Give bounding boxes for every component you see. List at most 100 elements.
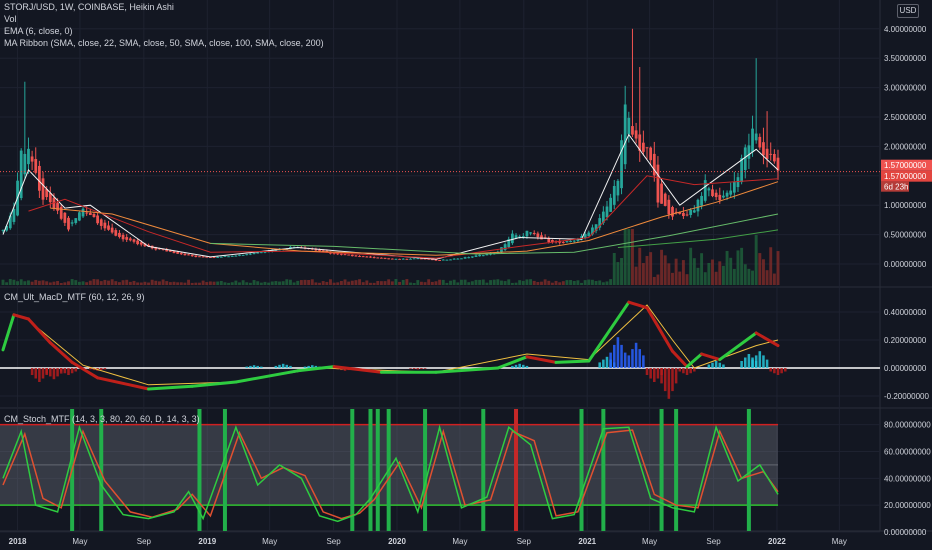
- volume-bar: [336, 282, 340, 285]
- macd-histogram-bar: [56, 368, 59, 377]
- candle-body: [405, 258, 409, 260]
- volume-bar: [569, 280, 573, 285]
- candle-body: [230, 255, 234, 257]
- candle-body: [521, 236, 525, 238]
- candle-body: [751, 128, 754, 153]
- candle-body: [38, 165, 41, 191]
- macd-histogram-bar: [649, 368, 652, 379]
- candle-body: [132, 239, 136, 242]
- candle-body: [445, 259, 449, 261]
- currency-button[interactable]: USD: [897, 4, 919, 18]
- volume-bar: [634, 266, 638, 285]
- candle-body: [390, 258, 394, 260]
- stoch-legend[interactable]: CM_Stoch_MTF (14, 3, 3, 80, 20, 60, D, 1…: [4, 414, 200, 425]
- ema-legend[interactable]: EMA (6, close, 0): [4, 26, 73, 37]
- candle-body: [722, 195, 725, 198]
- volume-bar: [318, 282, 322, 285]
- candle-body: [107, 225, 110, 230]
- macd-histogram-bar: [776, 368, 780, 375]
- candle-body: [78, 212, 81, 221]
- macd-histogram-bar: [627, 355, 631, 368]
- macd-histogram-bar: [103, 368, 107, 370]
- volume-bar: [161, 279, 165, 285]
- volume-bar: [769, 247, 773, 285]
- last-price-value: 1.57000000: [884, 161, 927, 170]
- macd-tick-label: 0.40000000: [884, 308, 927, 317]
- macd-histogram-bar: [671, 368, 674, 392]
- volume-bar: [587, 279, 591, 285]
- macd-legend[interactable]: CM_Ult_MacD_MTF (60, 12, 26, 9): [4, 292, 145, 303]
- symbol-legend[interactable]: STORJ/USD, 1W, COINBASE, Heikin Ashi: [4, 2, 174, 13]
- volume-bar: [492, 279, 496, 285]
- volume-bar: [772, 273, 776, 285]
- macd-histogram-bar: [722, 364, 725, 368]
- volume-bar: [310, 279, 314, 285]
- volume-bar: [296, 280, 300, 285]
- volume-bar: [645, 255, 649, 285]
- stoch-sell-signal: [514, 409, 519, 531]
- volume-bar: [201, 280, 205, 285]
- stoch-buy-signal: [481, 409, 486, 531]
- stoch-buy-signal: [368, 409, 373, 531]
- volume-bar: [441, 279, 445, 285]
- candle-body: [238, 254, 241, 256]
- volume-bar: [245, 282, 249, 285]
- macd-histogram-bar: [514, 364, 518, 368]
- macd-histogram-bar: [518, 363, 521, 368]
- volume-bar: [241, 280, 245, 285]
- ma-ribbon-legend[interactable]: MA Ribbon (SMA, close, 22, SMA, close, 5…: [4, 38, 324, 49]
- macd-histogram-bar: [52, 368, 56, 380]
- candle-body: [34, 159, 38, 173]
- volume-bar: [641, 263, 645, 285]
- candle-body: [139, 242, 143, 245]
- volume-bar: [252, 280, 256, 285]
- volume-legend[interactable]: Vol: [4, 14, 17, 25]
- candle-body: [561, 242, 565, 244]
- volume-bar: [409, 282, 412, 285]
- volume-bar: [427, 279, 431, 285]
- volume-bar: [52, 281, 56, 285]
- volume-bar: [187, 279, 191, 285]
- price-tick-label: 3.00000000: [884, 84, 927, 93]
- volume-bar: [212, 281, 216, 285]
- volume-bar: [754, 235, 758, 285]
- volume-bar: [343, 279, 347, 285]
- volume-bar: [452, 279, 456, 285]
- volume-bar: [547, 280, 551, 285]
- macd-histogram-bar: [678, 368, 682, 372]
- candle-body: [339, 253, 343, 255]
- volume-bar: [190, 282, 194, 285]
- trading-chart[interactable]: 4.00000000 3.50000000 3.00000000 2.50000000…: [0, 0, 932, 550]
- volume-bar: [361, 282, 365, 285]
- volume-bar: [299, 280, 303, 285]
- candle-body: [572, 240, 576, 242]
- volume-bar: [416, 280, 420, 285]
- volume-bar: [369, 282, 372, 285]
- volume-bar: [689, 247, 693, 285]
- volume-bar: [401, 279, 405, 285]
- macd-histogram-bar: [260, 366, 263, 368]
- candle-body: [481, 255, 485, 257]
- volume-bar: [510, 282, 514, 285]
- volume-bar: [521, 280, 525, 285]
- candle-body: [449, 259, 452, 261]
- volume-bar: [321, 281, 325, 285]
- candle-body: [703, 180, 707, 201]
- volume-bar: [358, 279, 362, 285]
- candle-body: [623, 104, 627, 165]
- volume-bar: [16, 281, 20, 285]
- candle-body: [470, 256, 474, 258]
- macd-histogram-bar: [616, 337, 620, 368]
- volume-bar: [1, 279, 5, 285]
- candle-body: [216, 256, 220, 258]
- volume-bar: [412, 282, 416, 285]
- volume-bar: [150, 279, 154, 285]
- candle-body: [198, 256, 201, 258]
- macd-histogram-bar: [751, 359, 754, 368]
- volume-bar: [761, 259, 765, 285]
- candle-body: [227, 256, 230, 258]
- candle-body: [729, 190, 733, 195]
- macd-histogram-bar: [740, 361, 743, 368]
- volume-bar: [103, 279, 107, 285]
- volume-bar: [154, 280, 158, 285]
